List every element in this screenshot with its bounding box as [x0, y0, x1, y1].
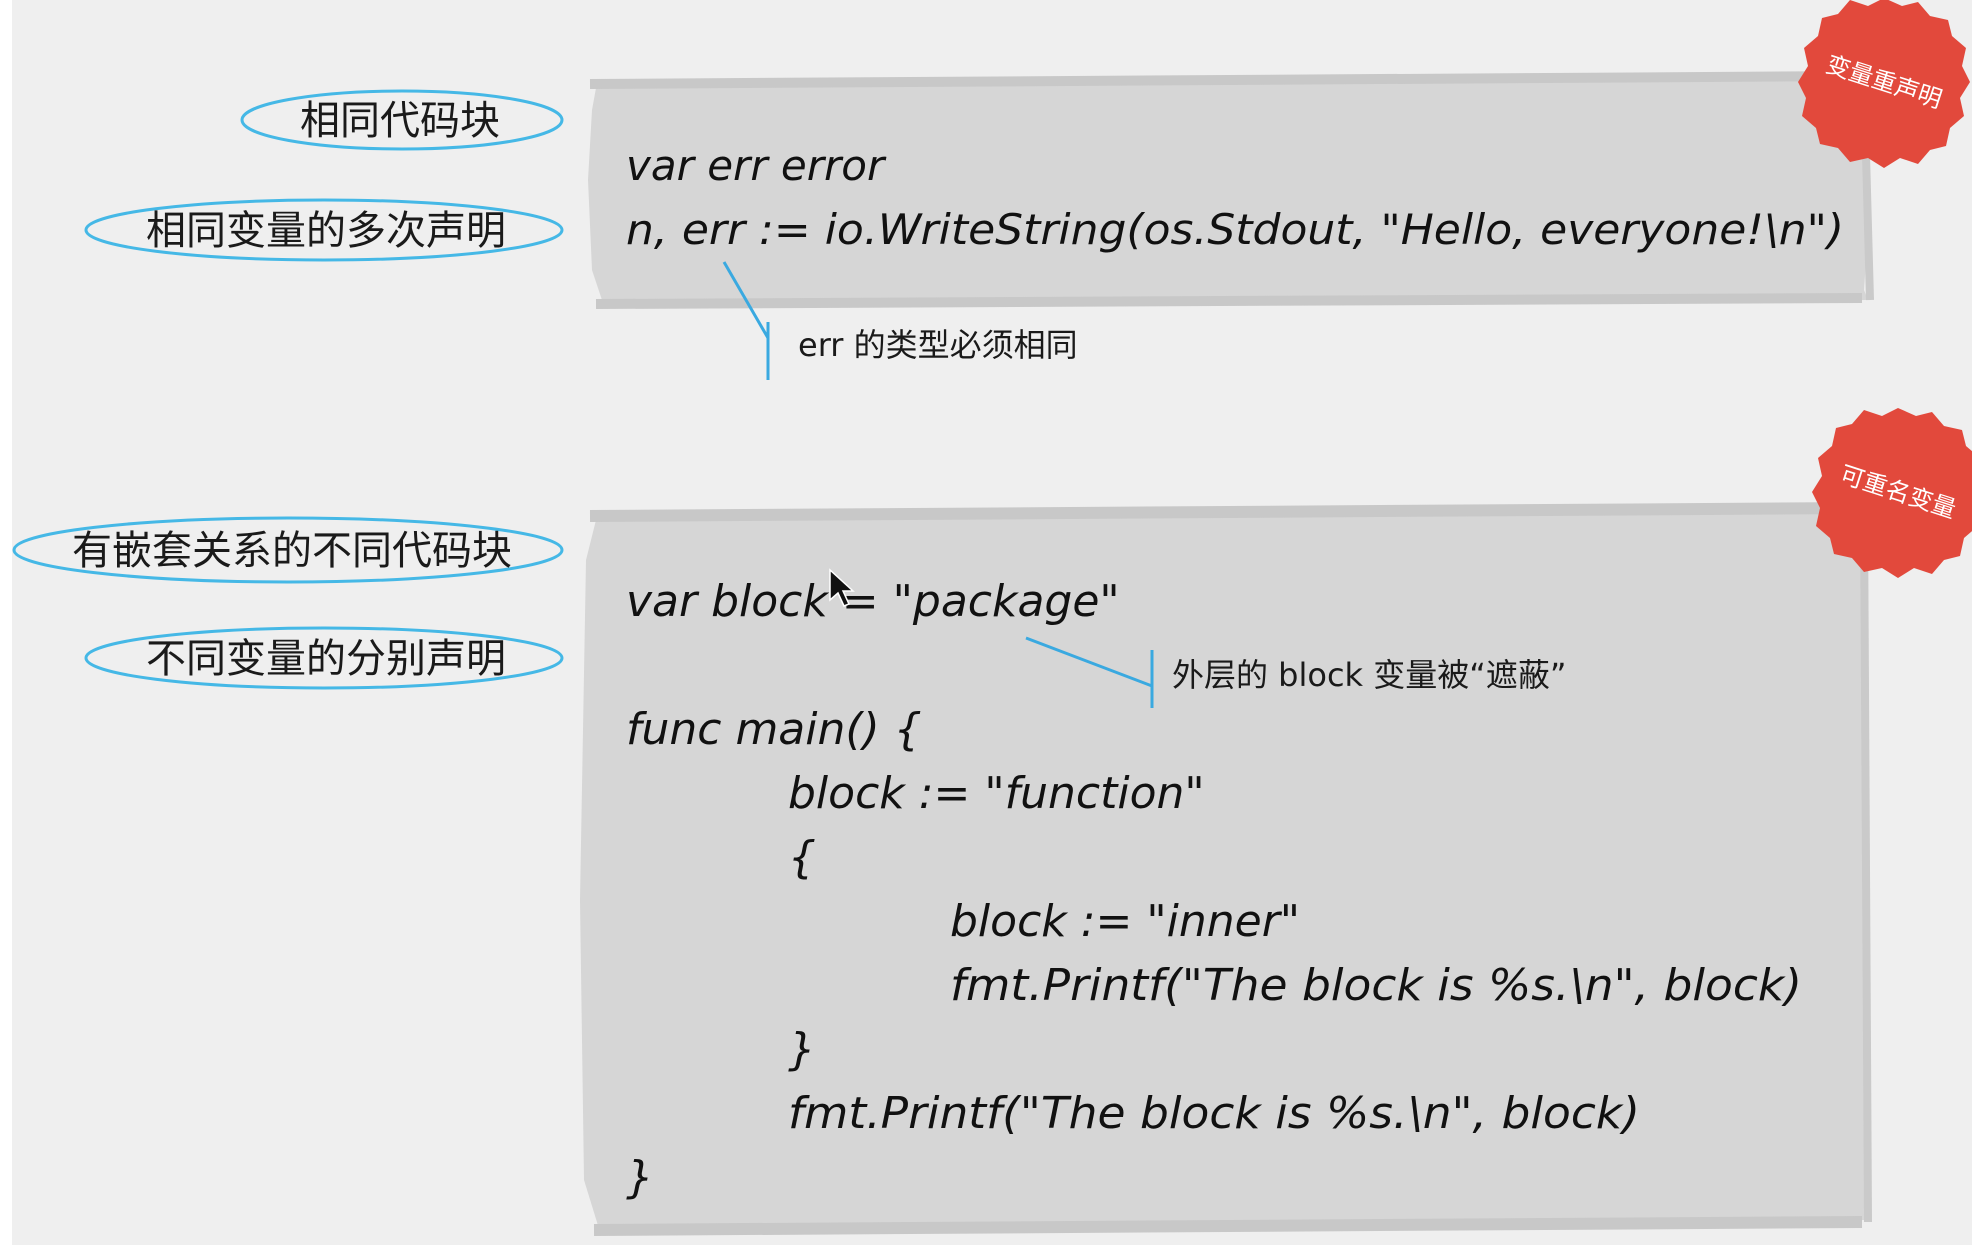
code-bottom-line-2: func main() { — [626, 704, 922, 755]
label-same-var-multi-decl: 相同变量的多次声明 — [84, 198, 564, 262]
note-outer-block-shadowed: 外层的 block 变量被“遮蔽” — [1172, 656, 1566, 694]
note-err-same-type: err 的类型必须相同 — [798, 326, 1078, 364]
code-bottom-line-1: var block = "package" — [626, 576, 1120, 627]
code-bottom-line-3: block := "function" — [788, 768, 1205, 819]
code-bottom-line-5: block := "inner" — [950, 896, 1300, 947]
label-text-nested-blocks: 有嵌套关系的不同代码块 — [72, 528, 512, 574]
stamp-rename: 可重名变量 — [1812, 408, 1972, 578]
code-top-line-2: n, err := io.WriteString(os.Stdout, "Hel… — [626, 205, 1844, 254]
stamp-redeclare: 变量重声明 — [1798, 0, 1970, 168]
label-diff-var-separate-decl: 不同变量的分别声明 — [84, 626, 564, 690]
label-text-diff-var-separate-decl: 不同变量的分别声明 — [146, 636, 506, 682]
code-bottom-line-6: fmt.Printf("The block is %s.\n", block) — [950, 960, 1802, 1011]
label-nested-blocks: 有嵌套关系的不同代码块 — [12, 516, 564, 584]
code-bottom-line-8: fmt.Printf("The block is %s.\n", block) — [788, 1088, 1640, 1139]
diagram-canvas: 相同代码块 相同变量的多次声明 有嵌套关系的不同代码块 不同变量的分别声明 变量… — [12, 0, 1972, 1236]
code-bottom-line-4: { — [788, 832, 816, 883]
label-text-same-block: 相同代码块 — [300, 98, 500, 144]
code-panel-top — [588, 71, 1874, 309]
label-same-block: 相同代码块 — [240, 89, 564, 151]
code-bottom-line-7: } — [788, 1024, 816, 1075]
code-top-line-1: var err error — [626, 141, 887, 190]
label-text-same-var-multi-decl: 相同变量的多次声明 — [146, 208, 506, 254]
code-bottom-line-9: } — [626, 1152, 654, 1203]
